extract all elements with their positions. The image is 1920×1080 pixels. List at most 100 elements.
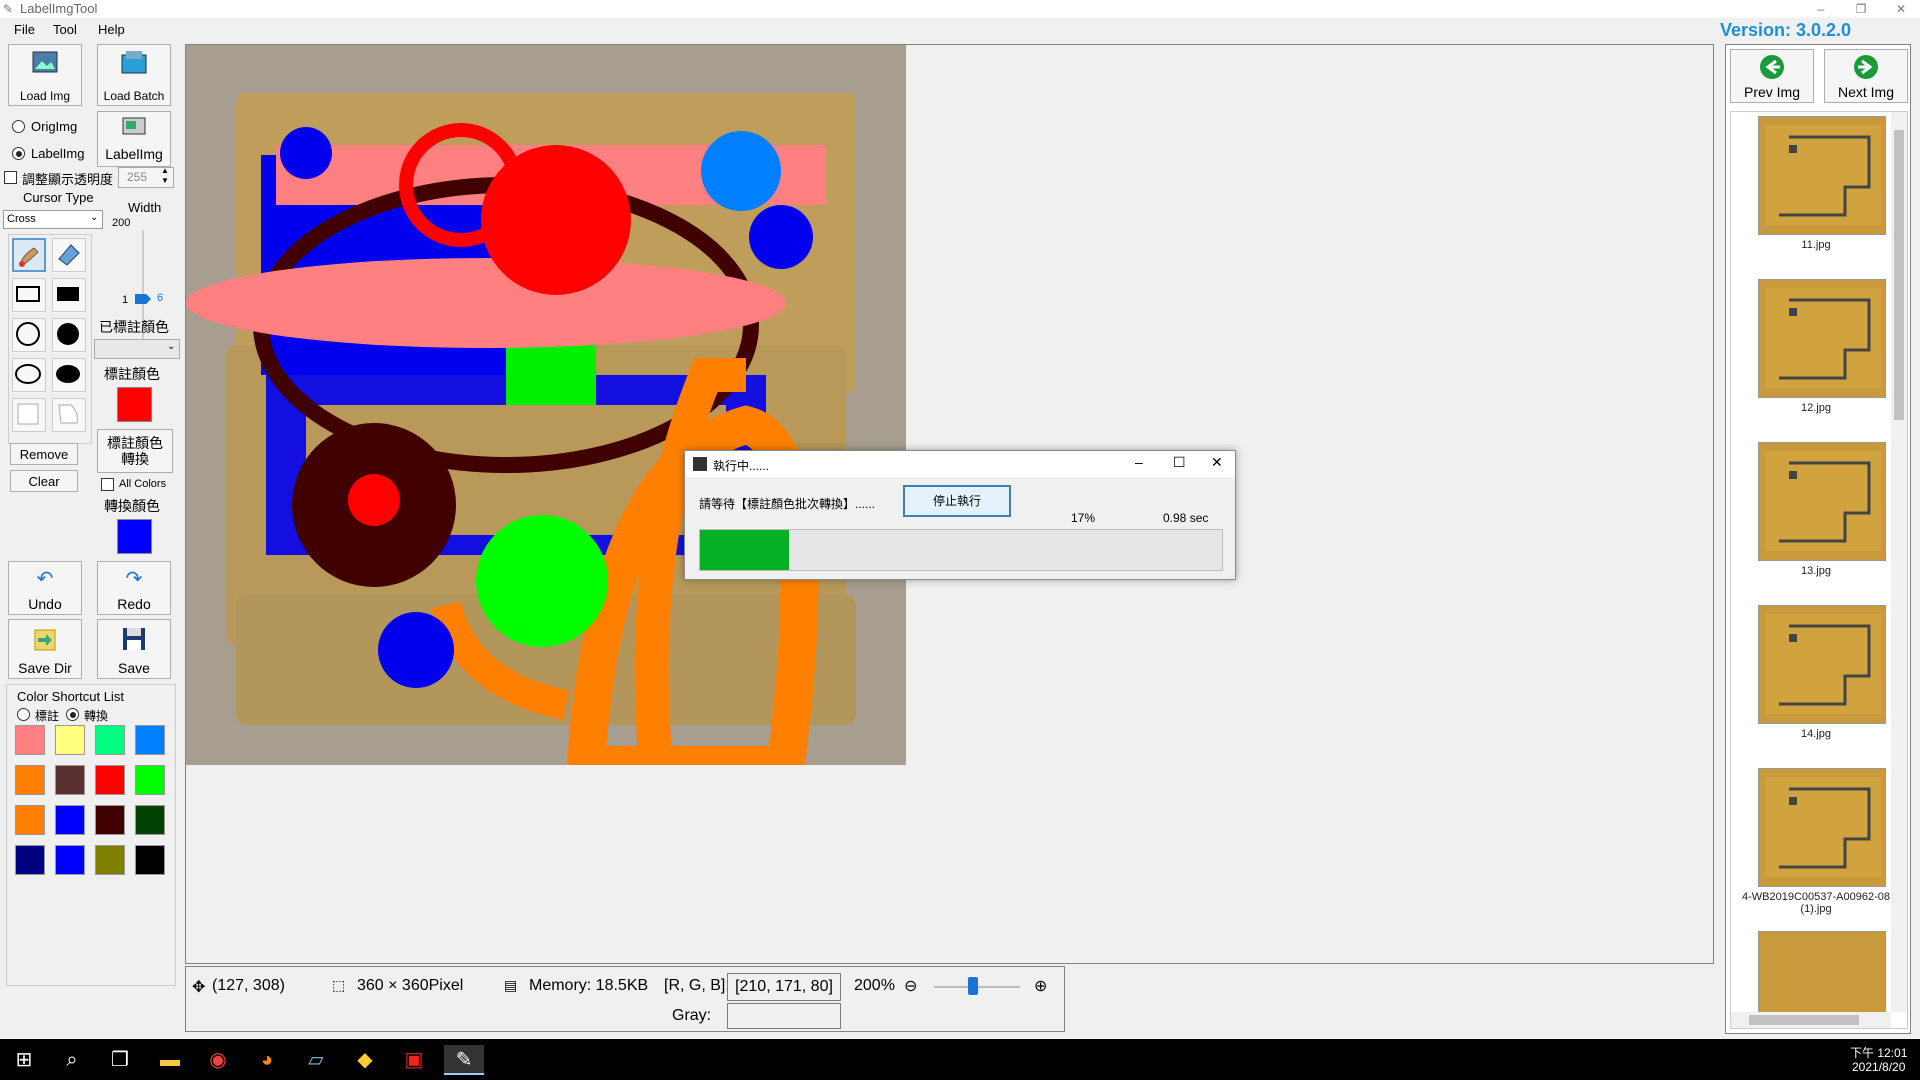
load-img-button[interactable]: Load Img xyxy=(8,44,82,106)
menu-help[interactable]: Help xyxy=(98,22,125,37)
stepper-down-icon[interactable]: ▼ xyxy=(161,176,169,185)
close-button[interactable]: ✕ xyxy=(1883,0,1919,18)
palette-swatch[interactable] xyxy=(95,805,125,835)
thumbnail-image[interactable] xyxy=(1758,768,1886,887)
circle-filled-tool[interactable] xyxy=(52,318,86,352)
thumbnail-image[interactable] xyxy=(1758,279,1886,398)
stop-button[interactable]: 停止執行 xyxy=(903,485,1011,517)
shortcut-label-radio[interactable] xyxy=(17,708,30,721)
next-img-button[interactable]: Next Img xyxy=(1824,49,1908,103)
minimize-button[interactable]: – xyxy=(1803,0,1839,18)
thumbnail-list[interactable]: 11.jpg 12.jpg 13.jpg 14.jpg 4-WB2019C00537-A… xyxy=(1730,111,1908,1029)
remove-button[interactable]: Remove xyxy=(10,443,78,465)
palette-swatch[interactable] xyxy=(15,765,45,795)
convert-color-button[interactable]: 標註顏色轉換 xyxy=(97,429,173,473)
label-img-radio[interactable] xyxy=(12,147,25,160)
rectangle-outline-icon xyxy=(16,286,40,302)
zoom-slider-thumb[interactable] xyxy=(968,977,979,995)
palette-swatch[interactable] xyxy=(55,725,85,755)
palette-swatch[interactable] xyxy=(15,725,45,755)
palette-swatch[interactable] xyxy=(55,765,85,795)
palette-swatch[interactable] xyxy=(95,725,125,755)
menu-tool[interactable]: Tool xyxy=(53,22,77,37)
circle-outline-icon xyxy=(16,322,40,346)
undo-icon: ↶ xyxy=(36,568,54,590)
shortcut-convert-text: 轉換 xyxy=(84,709,109,723)
load-batch-button[interactable]: Load Batch xyxy=(97,44,171,106)
width-max-label: 200 xyxy=(112,217,131,229)
palette-swatch[interactable] xyxy=(15,805,45,835)
memory-icon: ▤ xyxy=(504,977,518,993)
thumbnail-image[interactable] xyxy=(1758,605,1886,724)
dialog-close-button[interactable]: ✕ xyxy=(1211,454,1223,471)
vertical-scrollbar[interactable] xyxy=(1891,112,1907,1012)
ellipse-outline-tool[interactable] xyxy=(12,358,46,392)
stepper-up-icon[interactable]: ▲ xyxy=(161,166,169,175)
all-colors-checkbox[interactable] xyxy=(101,478,114,491)
thumbnail-image[interactable] xyxy=(1758,116,1886,235)
undo-button[interactable]: ↶ Undo xyxy=(8,561,82,615)
marked-color-label: 已標註顏色 xyxy=(99,319,169,335)
labeled-image[interactable] xyxy=(186,45,906,765)
eraser-tool[interactable] xyxy=(52,238,86,272)
rect-outline-tool[interactable] xyxy=(12,278,46,312)
select-rect-tool[interactable] xyxy=(12,398,46,432)
save-button[interactable]: Save xyxy=(97,619,171,679)
window-title: LabelImgTool xyxy=(20,1,98,16)
zoom-out-icon[interactable]: ⊖ xyxy=(904,976,917,996)
file-explorer-icon[interactable]: ▬ xyxy=(150,1045,190,1075)
palette-swatch[interactable] xyxy=(95,845,125,875)
chrome-icon[interactable]: ◉ xyxy=(198,1045,238,1075)
app-icon[interactable]: ◆ xyxy=(345,1045,385,1075)
firefox-icon[interactable]: ◕ xyxy=(247,1045,287,1075)
restore-button[interactable]: ❐ xyxy=(1843,0,1879,18)
palette-swatch[interactable] xyxy=(55,805,85,835)
menu-file[interactable]: File xyxy=(14,22,35,37)
shortcut-title: Color Shortcut List xyxy=(17,689,124,704)
palette-swatch[interactable] xyxy=(55,845,85,875)
convert-color-swatch[interactable] xyxy=(117,519,152,554)
palette-swatch[interactable] xyxy=(135,765,165,795)
dialog-maximize-button[interactable]: ☐ xyxy=(1173,454,1186,471)
clear-button[interactable]: Clear xyxy=(10,470,78,492)
width-slider-thumb[interactable] xyxy=(135,294,151,304)
marked-color-select[interactable]: ⌄ xyxy=(94,339,180,359)
h-scrollbar-thumb[interactable] xyxy=(1749,1015,1859,1025)
circle-outline-tool[interactable] xyxy=(12,318,46,352)
palette-swatch[interactable] xyxy=(135,845,165,875)
labelimg-icon[interactable]: ✎ xyxy=(444,1045,484,1075)
palette-swatch[interactable] xyxy=(135,805,165,835)
orig-img-radio[interactable] xyxy=(12,120,25,133)
save-dir-button[interactable]: Save Dir xyxy=(8,619,82,679)
dialog-minimize-button[interactable]: – xyxy=(1135,454,1143,470)
image-size: 360 × 360Pixel xyxy=(357,977,464,994)
circle-filled-icon xyxy=(57,323,79,345)
opacity-stepper[interactable]: 255 ▲ ▼ xyxy=(118,166,174,188)
task-view-icon[interactable]: ❐ xyxy=(100,1045,140,1075)
brush-tool[interactable] xyxy=(12,238,46,272)
cursor-type-select[interactable]: Cross ⌄ xyxy=(3,210,103,229)
palette-swatch[interactable] xyxy=(15,845,45,875)
acrobat-icon[interactable]: ▣ xyxy=(394,1045,434,1075)
palette-swatch[interactable] xyxy=(95,765,125,795)
label-color-swatch[interactable] xyxy=(117,387,152,422)
opacity-checkbox[interactable] xyxy=(4,171,17,184)
scrollbar-thumb[interactable] xyxy=(1894,130,1904,420)
zoom-in-icon[interactable]: ⊕ xyxy=(1034,976,1047,996)
thumbnail-image[interactable] xyxy=(1758,442,1886,561)
redo-button[interactable]: ↷ Redo xyxy=(97,561,171,615)
shortcut-convert-radio[interactable] xyxy=(66,708,79,721)
horizontal-scrollbar[interactable] xyxy=(1731,1012,1891,1028)
label-img-button[interactable]: LabelImg xyxy=(97,111,171,167)
search-icon[interactable]: ⌕ xyxy=(52,1045,92,1075)
label-image-icon xyxy=(122,117,146,135)
windows-icon[interactable]: ⊞ xyxy=(4,1045,44,1075)
thumbnail-panel: Prev Img Next Img 11.jpg 12.jpg 13.jpg 14.j… xyxy=(1725,44,1911,1034)
rect-filled-tool[interactable] xyxy=(52,278,86,312)
notepad-icon[interactable]: ▱ xyxy=(296,1045,336,1075)
lasso-tool[interactable] xyxy=(52,398,86,432)
ellipse-filled-tool[interactable] xyxy=(52,358,86,392)
prev-img-button[interactable]: Prev Img xyxy=(1730,49,1814,103)
clock-date: 2021/8/20 xyxy=(1852,1060,1906,1074)
palette-swatch[interactable] xyxy=(135,725,165,755)
